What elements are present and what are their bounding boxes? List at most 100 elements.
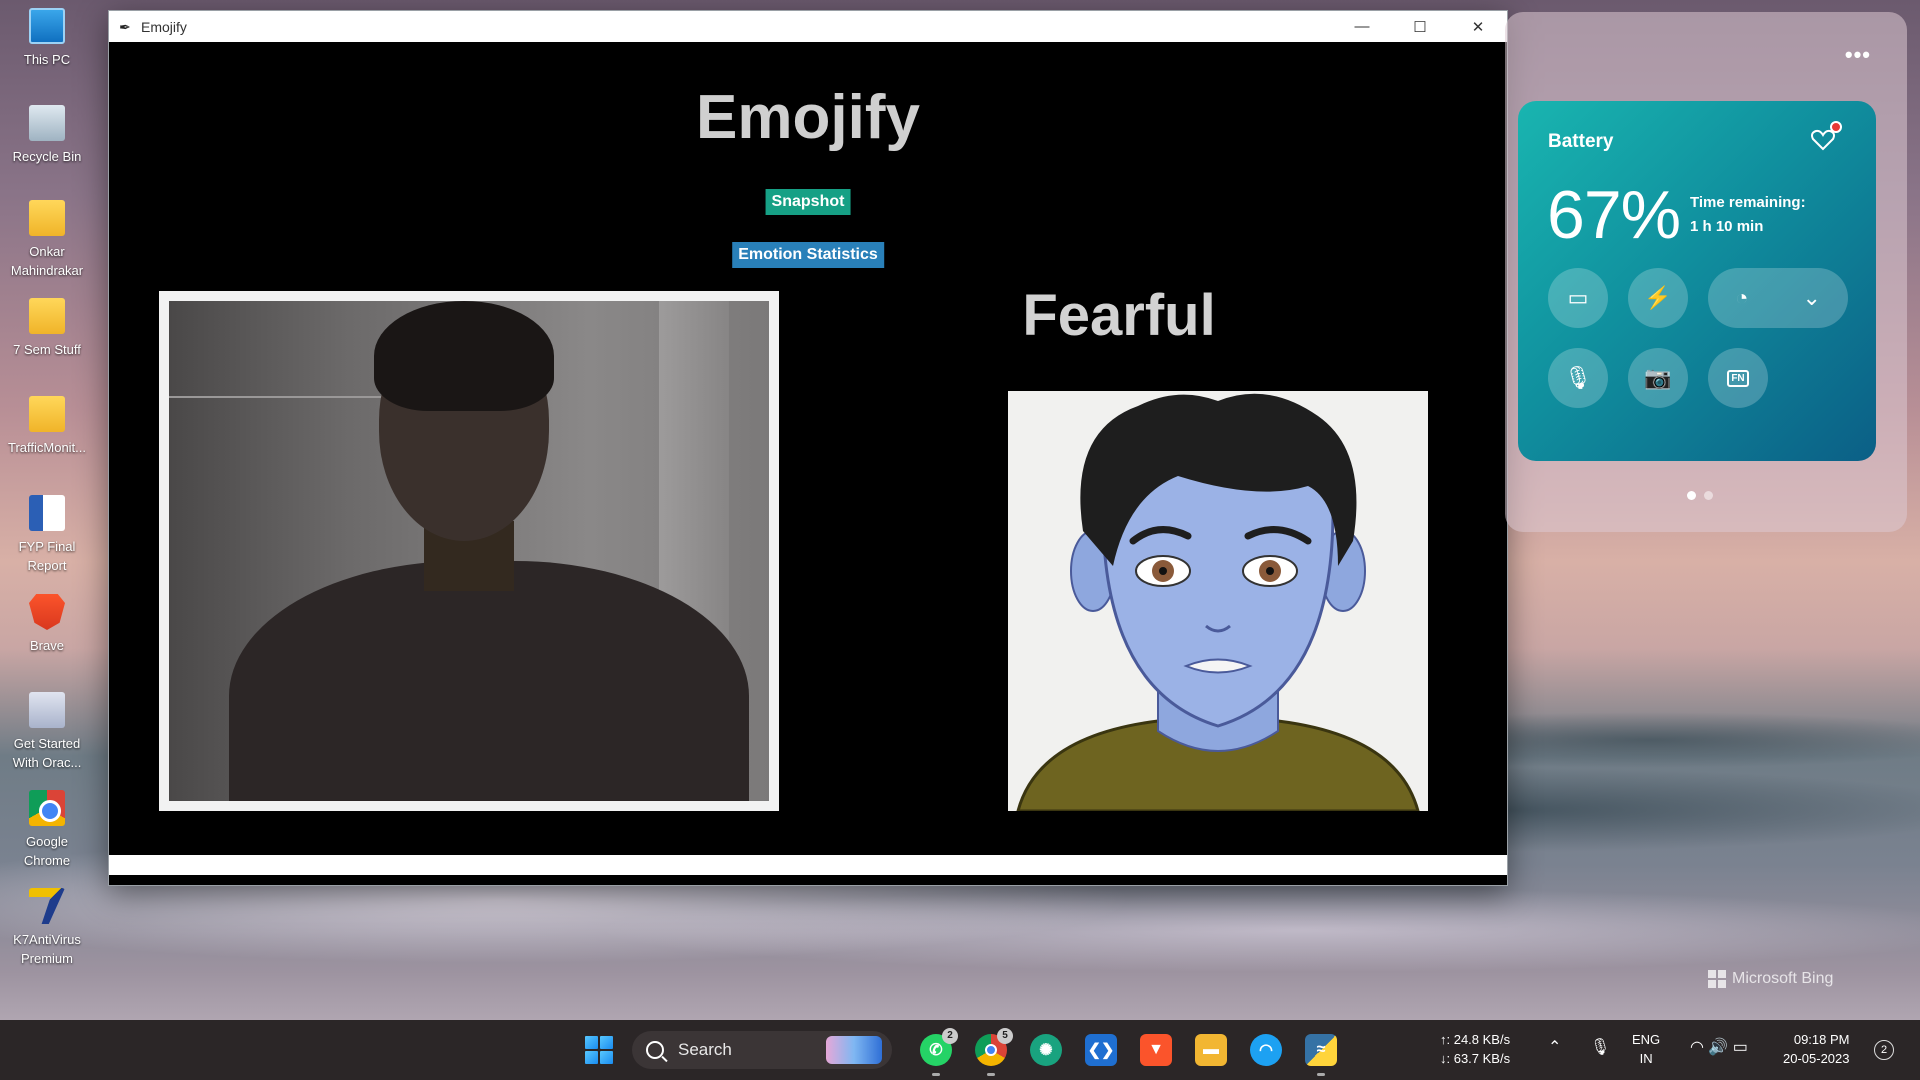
desktop-icon-label: Onkar Mahindrakar bbox=[10, 244, 84, 278]
quick-settings-panel: ••• Battery 67% Time remaining: 1 h 10 m… bbox=[1505, 12, 1907, 532]
performance-icon: ◔ bbox=[1735, 285, 1749, 310]
feather-icon: ✒ bbox=[119, 18, 131, 35]
camera-button[interactable]: 📷 bbox=[1628, 348, 1688, 408]
maximize-button[interactable]: ☐ bbox=[1391, 11, 1449, 42]
volume-icon: 🔊 bbox=[1708, 1039, 1729, 1056]
desktop-icon-this-pc[interactable]: This PC bbox=[2, 8, 92, 69]
folder-icon: ▬ bbox=[1203, 1041, 1219, 1058]
window-bottom-strip bbox=[109, 855, 1507, 875]
desktop-icon-fyp-report[interactable]: FYP Final Report bbox=[2, 495, 92, 575]
taskbar-search[interactable]: Search bbox=[632, 1031, 892, 1069]
system-status-button[interactable]: ◠ 🔊 ▭ bbox=[1690, 1038, 1748, 1057]
pager-dot-active[interactable] bbox=[1687, 491, 1696, 500]
desktop-icon-label: Google Chrome bbox=[23, 834, 71, 868]
emotion-statistics-button[interactable]: Emotion Statistics bbox=[732, 242, 884, 268]
recycle-bin-icon bbox=[29, 105, 65, 141]
desktop-icon-oracle[interactable]: Get Started With Orac... bbox=[2, 692, 92, 772]
download-speed: ↓: 63.7 KB/s bbox=[1440, 1051, 1511, 1066]
desktop-icon-label: FYP Final Report bbox=[18, 539, 76, 573]
monitor-icon bbox=[29, 8, 65, 44]
minimize-button[interactable]: — bbox=[1333, 11, 1391, 42]
battery-health-icon[interactable] bbox=[1810, 121, 1842, 153]
taskbar-app-vscode[interactable]: ❮❯ bbox=[1085, 1034, 1117, 1066]
bing-watermark-text: Microsoft Bing bbox=[1732, 970, 1834, 987]
brave-icon: ▼ bbox=[1148, 1041, 1164, 1058]
desktop-icon-chrome[interactable]: Google Chrome bbox=[2, 790, 92, 870]
taskbar-app-file-explorer[interactable]: ▬ bbox=[1195, 1034, 1227, 1066]
battery-saver-icon: ▭ bbox=[1567, 285, 1589, 310]
upload-speed: ↑: 24.8 KB/s bbox=[1440, 1032, 1511, 1047]
microphone-button[interactable]: 🎙 bbox=[1548, 348, 1608, 408]
running-indicator bbox=[932, 1073, 940, 1076]
notification-badge[interactable]: 2 bbox=[1874, 1040, 1894, 1060]
wifi-icon: ◠ bbox=[1690, 1039, 1704, 1056]
desktop-icon-brave[interactable]: Brave bbox=[2, 594, 92, 655]
running-indicator bbox=[1317, 1073, 1325, 1076]
desktop-icon-label: TrafficMonit... bbox=[7, 440, 87, 455]
desktop-icon-traffic-folder[interactable]: TrafficMonit... bbox=[2, 396, 92, 457]
app-badge: 2 bbox=[942, 1028, 958, 1044]
chrome-icon bbox=[29, 790, 65, 826]
desktop-icon-k7[interactable]: K7AntiVirus Premium bbox=[2, 888, 92, 968]
k7-antivirus-icon bbox=[29, 888, 65, 924]
pager-dot[interactable] bbox=[1704, 491, 1713, 500]
chevron-down-icon[interactable]: ⌄ bbox=[1802, 285, 1820, 311]
chevron-up-icon: ⌃ bbox=[1548, 1039, 1562, 1056]
taskbar-app-brave[interactable]: ▼ bbox=[1140, 1034, 1172, 1066]
desktop-icon-label: K7AntiVirus Premium bbox=[13, 932, 81, 966]
clock-time: 09:18 PM bbox=[1793, 1032, 1850, 1047]
lightning-icon: ⚡ bbox=[1644, 285, 1672, 310]
vscode-icon: ❮❯ bbox=[1087, 1042, 1115, 1059]
microphone-icon: 🎙 bbox=[1590, 1039, 1611, 1056]
windows-logo-icon bbox=[1708, 970, 1726, 988]
start-button[interactable] bbox=[585, 1036, 613, 1064]
language-indicator[interactable]: ENG IN bbox=[1632, 1030, 1660, 1068]
window-controls: — ☐ ✕ bbox=[1333, 11, 1507, 42]
microphone-tray-button[interactable]: 🎙 bbox=[1590, 1038, 1610, 1057]
brave-browser-icon bbox=[29, 594, 65, 630]
microphone-icon: 🎙 bbox=[1564, 365, 1592, 390]
taskbar-app-whatsapp[interactable]: ✆ 2 bbox=[920, 1028, 958, 1076]
time-remaining-label: Time remaining: bbox=[1690, 194, 1806, 211]
desktop-icon-recycle-bin[interactable]: Recycle Bin bbox=[2, 105, 92, 166]
charge-mode-button[interactable]: ⚡ bbox=[1628, 268, 1688, 328]
network-speed: ↑: 24.8 KB/s ↓: 63.7 KB/s bbox=[1440, 1030, 1510, 1068]
more-options-button[interactable]: ••• bbox=[1845, 42, 1871, 68]
clock-date: 20-05-2023 bbox=[1783, 1051, 1850, 1066]
snapshot-button[interactable]: Snapshot bbox=[765, 189, 851, 215]
chatgpt-icon: ✺ bbox=[1039, 1042, 1053, 1059]
webcam-person-torso bbox=[229, 561, 749, 801]
performance-mode-control[interactable]: ◔ ⌄ bbox=[1708, 268, 1848, 328]
oracle-database-icon bbox=[29, 692, 65, 728]
language-code: ENG bbox=[1632, 1032, 1661, 1047]
fn-lock-icon: FN bbox=[1727, 369, 1749, 387]
desktop-icon-7-sem-folder[interactable]: 7 Sem Stuff bbox=[2, 298, 92, 359]
taskbar-app-headphones[interactable]: ◠ bbox=[1250, 1034, 1282, 1066]
search-highlight-icon bbox=[826, 1036, 882, 1064]
time-remaining-value: 1 h 10 min bbox=[1690, 218, 1764, 235]
folder-icon bbox=[29, 298, 65, 334]
emotion-label: Fearful bbox=[1022, 283, 1216, 348]
window-title: Emojify bbox=[141, 18, 187, 35]
close-button[interactable]: ✕ bbox=[1449, 11, 1507, 42]
desktop-icon-label: Recycle Bin bbox=[12, 149, 82, 164]
chrome-icon bbox=[985, 1044, 997, 1056]
desktop-icon-onkar-folder[interactable]: Onkar Mahindrakar bbox=[2, 200, 92, 280]
taskbar-app-chrome[interactable]: 5 bbox=[975, 1028, 1013, 1076]
python-icon: ≈ bbox=[1316, 1041, 1326, 1058]
fearful-avatar-image bbox=[1016, 393, 1420, 811]
fn-lock-button[interactable]: FN bbox=[1708, 348, 1768, 408]
clock[interactable]: 09:18 PM 20-05-2023 bbox=[1783, 1030, 1850, 1068]
show-hidden-icons-button[interactable]: ⌃ bbox=[1548, 1038, 1561, 1057]
taskbar-app-python[interactable]: ≈ bbox=[1305, 1034, 1337, 1076]
battery-saver-button[interactable]: ▭ bbox=[1548, 268, 1608, 328]
window-titlebar[interactable]: ✒ Emojify — ☐ ✕ bbox=[109, 11, 1507, 42]
webcam-person-hair bbox=[374, 301, 554, 411]
app-heading: Emojify bbox=[696, 83, 920, 152]
region-code: IN bbox=[1639, 1051, 1653, 1066]
whatsapp-icon: ✆ bbox=[929, 1042, 943, 1059]
folder-icon bbox=[29, 200, 65, 236]
emoji-avatar-frame bbox=[1008, 391, 1428, 811]
taskbar-app-chatgpt[interactable]: ✺ bbox=[1030, 1034, 1062, 1066]
desktop-icon-label: Get Started With Orac... bbox=[12, 736, 82, 770]
